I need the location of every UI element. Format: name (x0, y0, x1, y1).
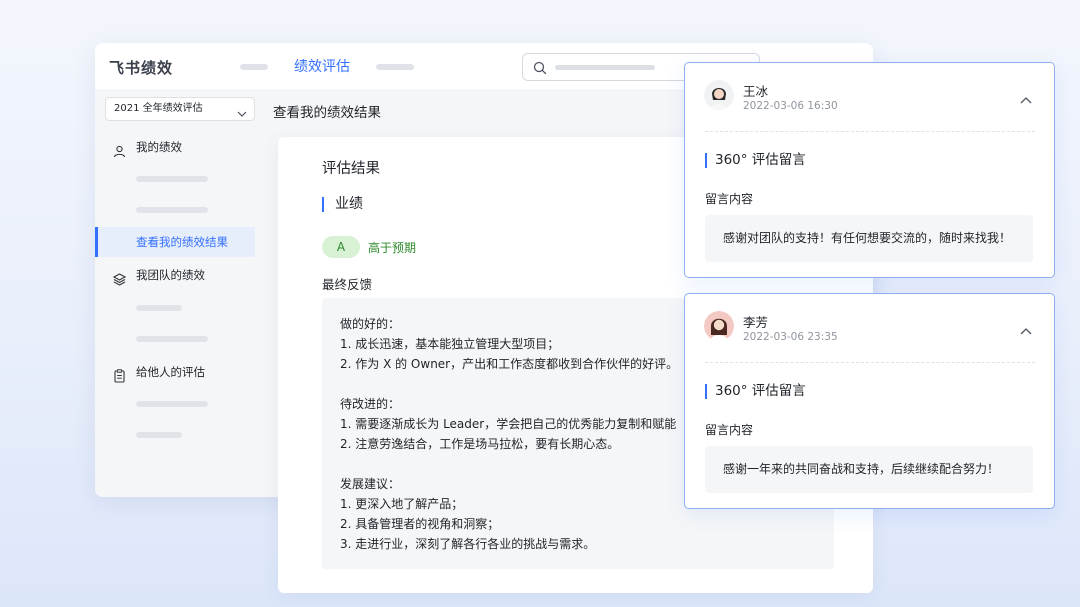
clipboard-icon (113, 365, 126, 393)
layers-icon (112, 268, 127, 296)
sidebar-subitem-placeholder[interactable] (136, 207, 208, 213)
section-title-360-comment: 360° 评估留言 (705, 153, 806, 168)
comment-card[interactable]: 王冰 2022-03-06 16:30 360° 评估留言 留言内容 感谢对团队… (684, 62, 1055, 278)
grade-description: 高于预期 (368, 241, 417, 255)
sidebar: 2021 全年绩效评估 我的绩效 查看我的绩效结果 我团队的绩效 给他人的评估 (95, 91, 270, 497)
chevron-up-icon[interactable] (1020, 320, 1032, 339)
divider (705, 131, 1035, 132)
chevron-up-icon[interactable] (1020, 89, 1032, 108)
sidebar-item-label: 查看我的绩效结果 (136, 235, 228, 249)
comment-content-label: 留言内容 (705, 192, 754, 206)
comment-card[interactable]: 李芳 2022-03-06 23:35 360° 评估留言 留言内容 感谢一年来… (684, 293, 1055, 509)
sidebar-item-label: 给他人的评估 (136, 365, 205, 379)
feedback-line: 2. 具备管理者的视角和洞察； (340, 517, 500, 531)
divider (705, 362, 1035, 363)
comment-time: 2022-03-06 23:35 (743, 331, 838, 343)
sidebar-item-label: 我的绩效 (136, 140, 182, 154)
sidebar-subitem-placeholder[interactable] (136, 176, 208, 182)
sidebar-subitem-placeholder[interactable] (136, 401, 208, 407)
comment-message: 感谢对团队的支持！有任何想要交流的，随时来找我！ (705, 215, 1033, 262)
feedback-line: 2. 作为 X 的 Owner，产出和工作态度都收到合作伙伴的好评。 (340, 357, 679, 371)
sidebar-item-view-my-results[interactable]: 查看我的绩效结果 (95, 227, 255, 257)
page-title: 查看我的绩效结果 (273, 105, 381, 121)
feedback-line: 1. 成长迅速，基本能独立管理大型项目； (340, 337, 560, 351)
comment-content-label: 留言内容 (705, 423, 754, 437)
feedback-line: 2. 注意劳逸结合，工作是场马拉松，要有长期心态。 (340, 437, 620, 451)
app-logo-text: 飞书绩效 (109, 59, 174, 77)
section-title-360-comment: 360° 评估留言 (705, 384, 806, 399)
sidebar-subitem-placeholder[interactable] (136, 336, 208, 342)
cycle-select[interactable]: 2021 全年绩效评估 (105, 97, 255, 121)
card-heading: 评估结果 (322, 161, 380, 177)
feedback-label: 最终反馈 (322, 277, 373, 292)
comment-message: 感谢一年来的共同奋战和支持，后续继续配合努力！ (705, 446, 1033, 493)
search-icon (533, 60, 547, 79)
commenter-name: 王冰 (743, 84, 769, 99)
sidebar-item-label: 我团队的绩效 (136, 268, 205, 282)
section-title-performance: 业绩 (322, 197, 363, 212)
feedback-line: 1. 需要逐渐成长为 Leader，学会把自己的优秀能力复制和赋能 (340, 417, 677, 431)
feedback-line: 3. 走进行业，深刻了解各行各业的挑战与需求。 (340, 537, 596, 551)
avatar (704, 80, 734, 110)
comment-time: 2022-03-06 16:30 (743, 100, 838, 112)
feedback-line: 1. 更深入地了解产品； (340, 497, 464, 511)
grade-badge: A (322, 236, 360, 258)
search-placeholder (555, 65, 655, 70)
user-icon (113, 140, 126, 168)
nav-item-placeholder[interactable] (376, 64, 414, 70)
sidebar-item-team-performance[interactable]: 我团队的绩效 (95, 261, 270, 289)
app-logo[interactable]: 飞书绩效 (109, 57, 173, 78)
cycle-select-value: 2021 全年绩效评估 (114, 103, 203, 114)
sidebar-item-my-performance[interactable]: 我的绩效 (95, 133, 270, 161)
commenter-name: 李芳 (743, 315, 769, 330)
nav-item-placeholder[interactable] (240, 64, 268, 70)
chevron-down-icon (237, 105, 247, 127)
feedback-line: 发展建议： (340, 477, 401, 491)
feedback-line: 做的好的： (340, 317, 401, 331)
feedback-line: 待改进的： (340, 397, 401, 411)
nav-item-performance-review[interactable]: 绩效评估 (294, 56, 350, 76)
sidebar-subitem-placeholder[interactable] (136, 305, 182, 311)
sidebar-item-evaluate-others[interactable]: 给他人的评估 (95, 358, 270, 386)
sidebar-subitem-placeholder[interactable] (136, 432, 182, 438)
avatar (704, 311, 734, 341)
